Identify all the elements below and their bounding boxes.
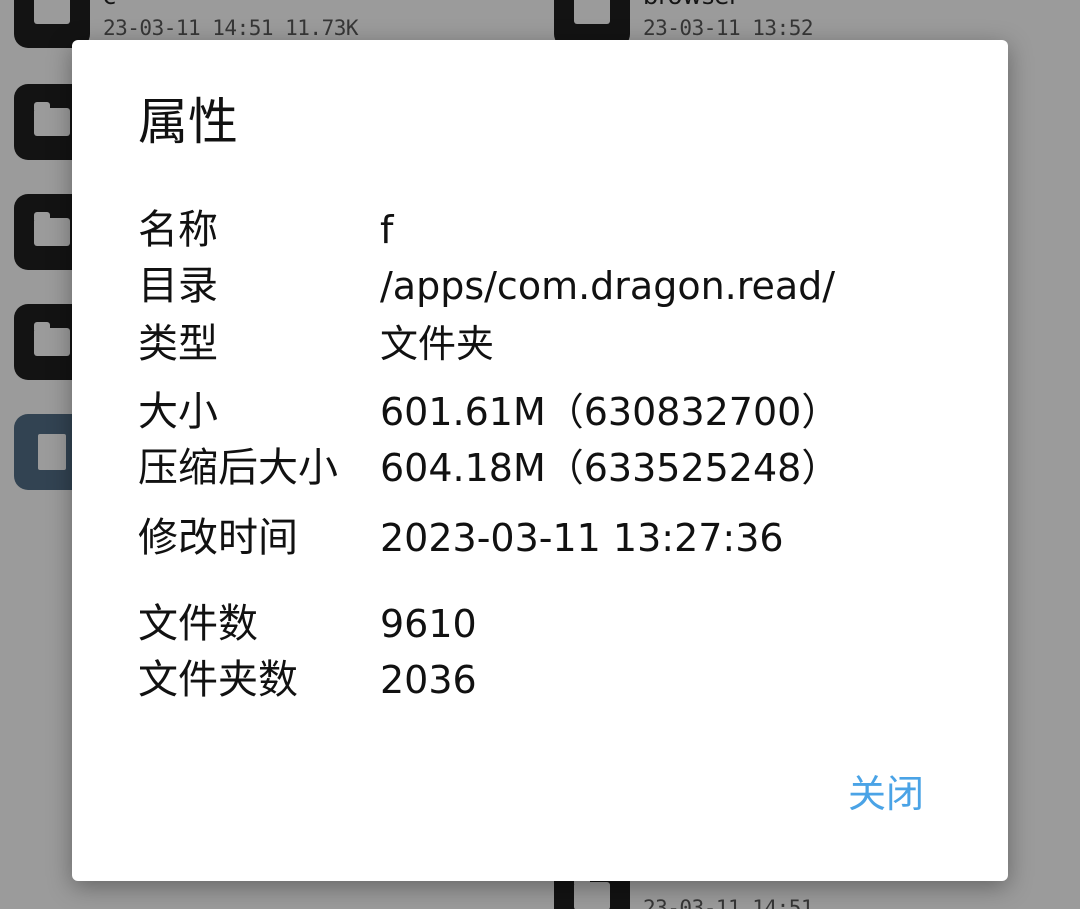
property-row-file-count: 文件数 9610	[138, 596, 968, 652]
property-row-modified-time: 修改时间 2023-03-11 13:27:36	[138, 510, 968, 566]
property-value: 文件夹	[380, 322, 495, 366]
property-value: 604.18M（633525248）	[380, 446, 840, 490]
property-row-type: 类型 文件夹	[138, 316, 968, 372]
property-label: 文件夹数	[138, 657, 298, 703]
property-label: 文件数	[138, 601, 258, 647]
property-value: 9610	[380, 602, 477, 646]
property-value: 601.61M（630832700）	[380, 390, 840, 434]
property-value: f	[380, 208, 394, 252]
property-label: 压缩后大小	[138, 445, 338, 491]
property-row-compressed-size: 压缩后大小 604.18M（633525248）	[138, 440, 968, 496]
close-button[interactable]: 关闭	[844, 766, 928, 822]
property-label: 目录	[138, 263, 218, 309]
property-value: 2036	[380, 658, 477, 702]
properties-dialog: 属性 名称 f 目录 /apps/com.dragon.read/ 类型 文件夹…	[72, 40, 1008, 881]
dialog-title: 属性	[138, 93, 238, 151]
property-value: 2023-03-11 13:27:36	[380, 516, 784, 560]
property-label: 名称	[138, 207, 218, 253]
property-row-folder-count: 文件夹数 2036	[138, 652, 968, 708]
property-row-size: 大小 601.61M（630832700）	[138, 384, 968, 440]
property-value: /apps/com.dragon.read/	[380, 264, 836, 308]
property-label: 修改时间	[138, 515, 298, 561]
property-label: 大小	[138, 389, 218, 435]
property-label: 类型	[138, 321, 218, 367]
property-row-directory: 目录 /apps/com.dragon.read/	[138, 258, 968, 314]
property-row-name: 名称 f	[138, 202, 968, 258]
